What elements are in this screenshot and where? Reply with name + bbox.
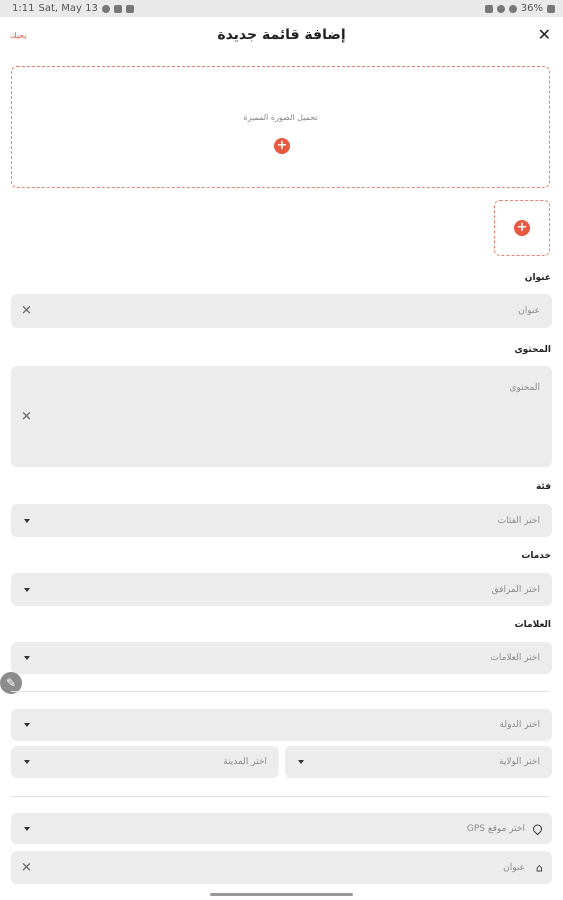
clear-content-icon[interactable]: ✕ xyxy=(21,410,32,423)
chevron-down-icon xyxy=(24,723,30,727)
add-gallery-image-icon[interactable]: + xyxy=(514,220,530,236)
chevron-down-icon xyxy=(24,518,30,523)
status-date: Sat, May 13 xyxy=(38,3,98,14)
tags-label: العلامات xyxy=(514,620,551,630)
add-featured-image-icon[interactable]: + xyxy=(274,138,290,154)
services-label: خدمات xyxy=(521,551,551,561)
notification-icon xyxy=(101,4,110,13)
services-placeholder: اختر المرافق xyxy=(491,584,540,595)
chevron-down-icon xyxy=(24,587,30,592)
gps-placeholder: اختر موقع GPS xyxy=(466,823,525,834)
battery-percent: 36% xyxy=(520,3,543,14)
youtube-icon xyxy=(113,4,122,13)
clear-address-icon[interactable]: ✕ xyxy=(21,861,32,874)
clear-title-icon[interactable]: ✕ xyxy=(21,305,32,318)
country-select[interactable]: اختر الدولة xyxy=(11,709,552,741)
state-placeholder: اختر الولاية xyxy=(499,757,540,767)
signal-icon xyxy=(484,4,493,13)
address-placeholder: عنوان xyxy=(503,862,525,873)
status-time: 1:11 xyxy=(12,3,35,14)
location-pin-icon xyxy=(531,822,544,835)
category-select[interactable]: اختر الفئات xyxy=(11,504,552,537)
gallery-image-uploader[interactable]: + xyxy=(494,200,550,256)
tags-select[interactable]: اختر العلامات xyxy=(11,642,552,674)
title-field[interactable]: عنوان ✕ xyxy=(11,294,552,328)
category-placeholder: اختر الفئات xyxy=(497,515,540,526)
address-field[interactable]: ⌂ عنوان ✕ xyxy=(11,851,552,884)
featured-image-uploader[interactable]: تحميل الصورة المميزة + xyxy=(11,66,550,188)
chevron-down-icon xyxy=(24,826,30,831)
featured-image-hint: تحميل الصورة المميزة xyxy=(243,113,318,122)
services-select[interactable]: اختر المرافق xyxy=(11,573,552,606)
home-icon: ⌂ xyxy=(536,861,543,874)
wifi-icon xyxy=(508,4,517,13)
city-select[interactable]: اختر المدينة xyxy=(11,746,279,778)
city-placeholder: اختر المدينة xyxy=(223,757,267,767)
title-label: عنوان xyxy=(524,273,551,283)
section-divider xyxy=(11,796,549,797)
content-field[interactable]: المحتوى ✕ xyxy=(11,366,552,467)
title-placeholder: عنوان xyxy=(518,306,540,316)
app-bar: يحيك إضافة قائمة جديدة ✕ xyxy=(0,17,563,55)
close-icon[interactable]: ✕ xyxy=(538,26,551,44)
chevron-down-icon xyxy=(298,760,304,764)
country-placeholder: اختر الدولة xyxy=(499,720,541,730)
gallery-icon xyxy=(125,4,134,13)
status-bar: 1:11 Sat, May 13 36% xyxy=(0,0,563,17)
content-placeholder: المحتوى xyxy=(509,383,540,393)
chevron-down-icon xyxy=(24,656,30,660)
page-title: إضافة قائمة جديدة xyxy=(217,27,346,43)
content-label: المحتوى xyxy=(514,345,551,355)
gesture-nav-bar xyxy=(0,888,563,900)
tags-placeholder: اختر العلامات xyxy=(490,653,540,663)
category-label: فئة xyxy=(535,482,551,492)
location-icon xyxy=(496,4,505,13)
gps-location-select[interactable]: اختر موقع GPS xyxy=(11,813,552,844)
home-handle[interactable] xyxy=(210,893,353,896)
section-divider xyxy=(11,691,549,692)
chevron-down-icon xyxy=(24,760,30,764)
state-select[interactable]: اختر الولاية xyxy=(285,746,552,778)
battery-icon xyxy=(547,4,555,13)
